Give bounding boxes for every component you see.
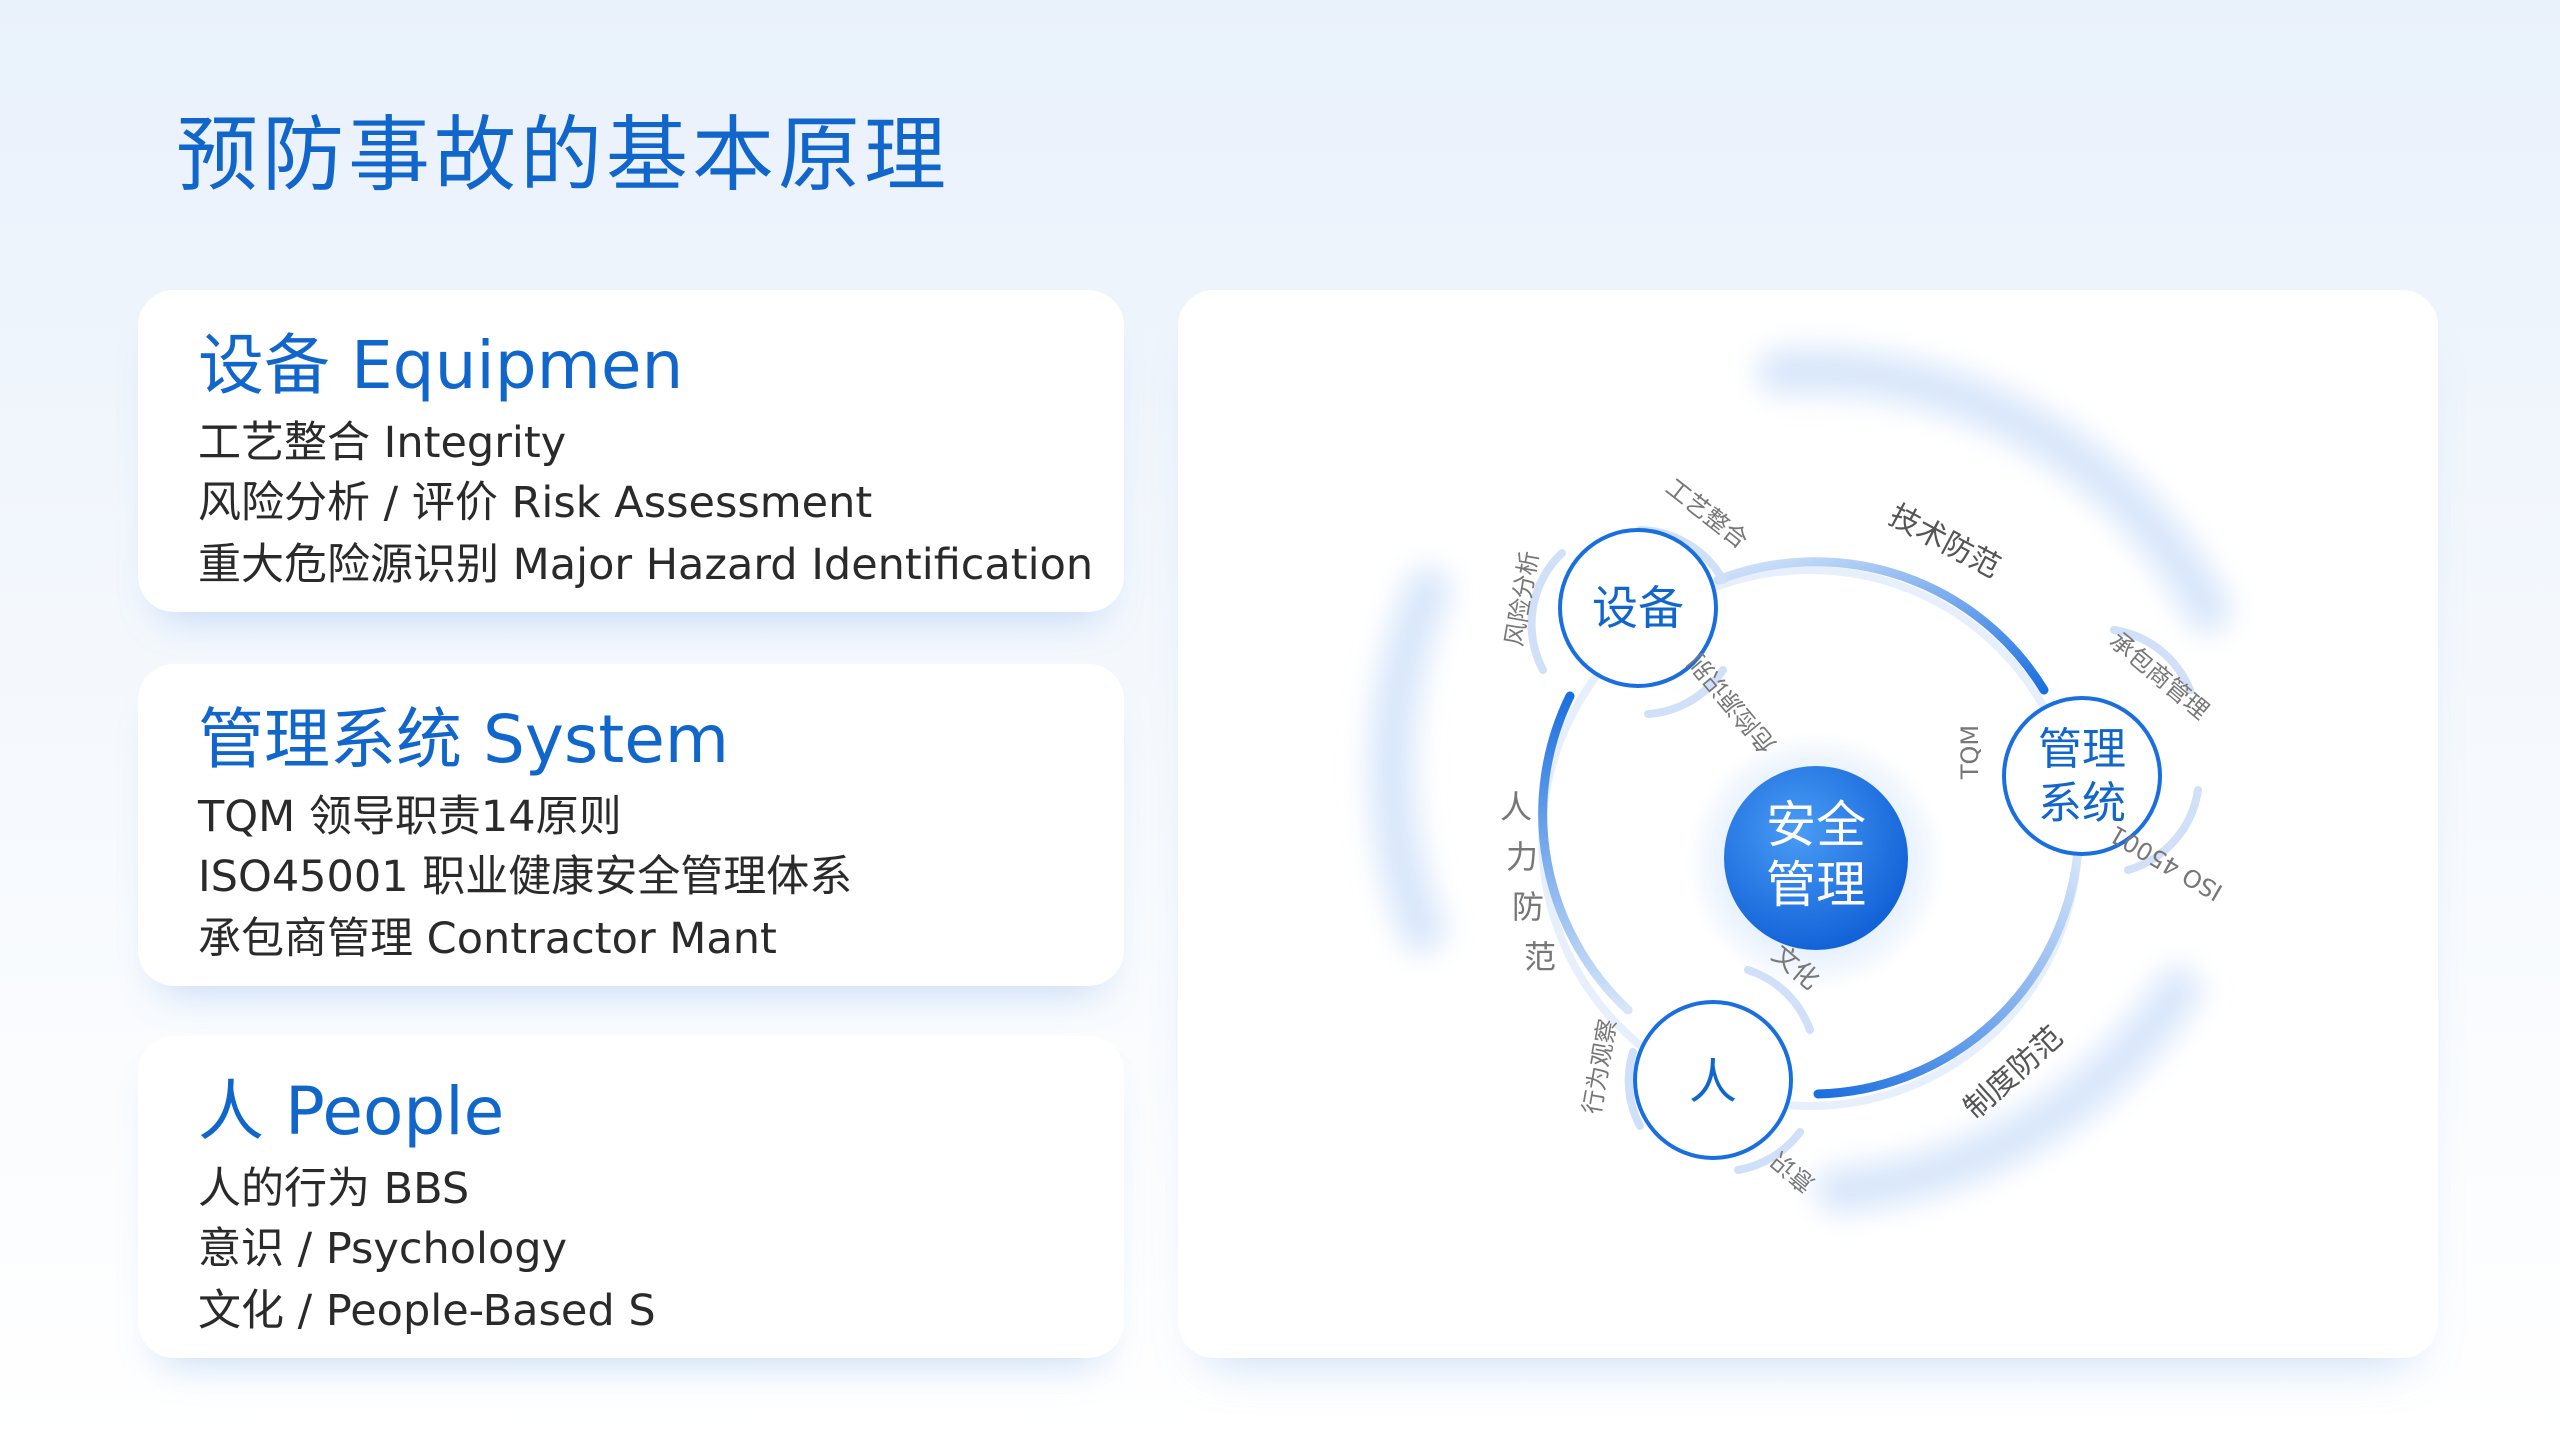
equipment-card-title: 设备 Equipmen: [198, 327, 684, 404]
system-card-line: 承包商管理 Contractor Mant: [198, 914, 777, 964]
equipment-card-line: 风险分析 / 评价 Risk Assessment: [198, 478, 873, 528]
system-card-title: 管理系统 System: [198, 701, 730, 778]
equipment-node: 设备 工艺整合 风险分析 危险源识别: [1500, 473, 1781, 758]
system-node-label: 系统: [2038, 778, 2126, 829]
system-card-line: TQM 领导职责14原则: [198, 792, 622, 842]
page-title: 预防事故的基本原理: [176, 108, 951, 203]
people-node: 人 文化 行为观察 意识: [1578, 940, 1825, 1199]
people-card-line: 人的行为 BBS: [198, 1164, 470, 1214]
human-arc-label: 防: [1512, 888, 1544, 926]
equipment-card-line: 工艺整合 Integrity: [198, 418, 567, 468]
equipment-card-line: 重大危险源识别 Major Hazard Identification: [198, 540, 1094, 590]
people-card: 人 People 人的行为 BBS 意识 / Psychology 文化 / P…: [138, 1036, 1124, 1358]
equipment-tag: 危险源识别: [1683, 648, 1782, 758]
safety-management-diagram: 技术防范 制度防范 人 力 防 范 安全 管理 设备 工艺整合 风险分析 危险源…: [1368, 347, 2231, 1213]
system-card: 管理系统 System TQM 领导职责14原则 ISO45001 职业健康安全…: [138, 664, 1124, 986]
equipment-node-label: 设备: [1592, 581, 1684, 635]
diagram-panel: 技术防范 制度防范 人 力 防 范 安全 管理 设备 工艺整合 风险分析 危险源…: [1178, 290, 2438, 1358]
system-node: 管理 系统 承包商管理 TQM ISO 45001: [1956, 626, 2227, 907]
people-tag: 行为观察: [1578, 1017, 1622, 1116]
human-arc-label: 范: [1524, 938, 1556, 976]
people-card-title: 人 People: [198, 1073, 505, 1150]
people-card-line: 意识 / Psychology: [198, 1224, 568, 1274]
system-card-line: ISO45001 职业健康安全管理体系: [198, 852, 853, 902]
center-label: 安全: [1766, 796, 1866, 854]
equipment-card: 设备 Equipmen 工艺整合 Integrity 风险分析 / 评价 Ris…: [138, 290, 1124, 612]
system-node-label: 管理: [2038, 724, 2126, 775]
human-arc-label: 人: [1500, 788, 1532, 826]
people-card-line: 文化 / People-Based S: [198, 1286, 656, 1336]
center-label: 管理: [1766, 856, 1866, 914]
system-tag: ISO 45001: [2105, 820, 2227, 907]
human-arc-label: 力: [1506, 838, 1538, 876]
system-tag: TQM: [1956, 725, 1984, 780]
people-node-label: 人: [1689, 1054, 1737, 1110]
